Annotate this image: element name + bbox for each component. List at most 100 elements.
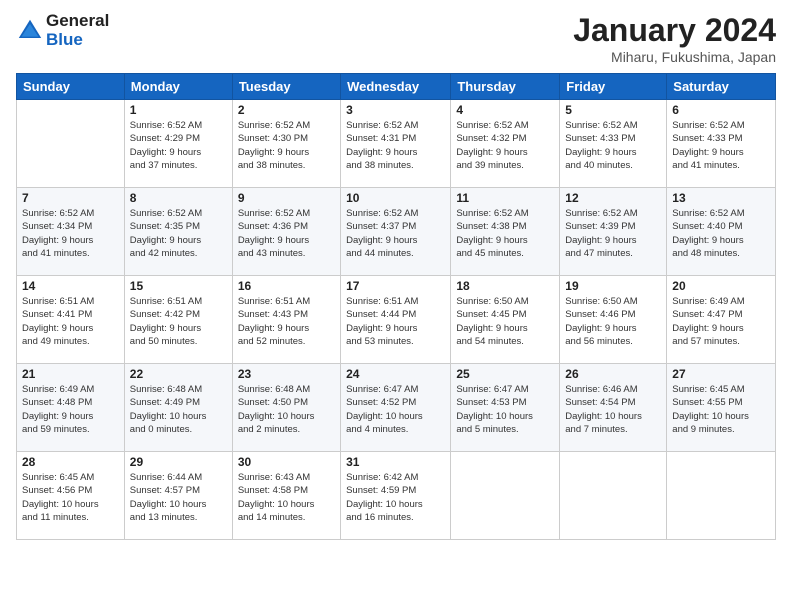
- logo-text: General Blue: [46, 12, 109, 49]
- day-info: Sunrise: 6:52 AM Sunset: 4:33 PM Dayligh…: [672, 119, 770, 172]
- day-info: Sunrise: 6:50 AM Sunset: 4:45 PM Dayligh…: [456, 295, 554, 348]
- calendar-cell: 18 Sunrise: 6:50 AM Sunset: 4:45 PM Dayli…: [451, 276, 560, 364]
- day-number: 26: [565, 367, 661, 381]
- day-number: 8: [130, 191, 227, 205]
- calendar-header-tuesday: Tuesday: [232, 74, 340, 100]
- calendar-week-5: 28 Sunrise: 6:45 AM Sunset: 4:56 PM Dayli…: [17, 452, 776, 540]
- calendar-cell: 11Sunrise: 6:52 AM Sunset: 4:38 PM Dayli…: [451, 188, 560, 276]
- calendar-header-thursday: Thursday: [451, 74, 560, 100]
- day-number: 22: [130, 367, 227, 381]
- day-number: 1: [130, 103, 227, 117]
- day-info: Sunrise: 6:44 AM Sunset: 4:57 PM Dayligh…: [130, 471, 227, 524]
- day-info: Sunrise: 6:52 AM Sunset: 4:37 PM Dayligh…: [346, 207, 445, 260]
- day-info: Sunrise: 6:51 AM Sunset: 4:42 PM Dayligh…: [130, 295, 227, 348]
- day-info: Sunrise: 6:49 AM Sunset: 4:48 PM Dayligh…: [22, 383, 119, 436]
- day-info: Sunrise: 6:45 AM Sunset: 4:56 PM Dayligh…: [22, 471, 119, 524]
- day-number: 25: [456, 367, 554, 381]
- calendar-cell: 31 Sunrise: 6:42 AM Sunset: 4:59 PM Dayli…: [341, 452, 451, 540]
- day-number: 6: [672, 103, 770, 117]
- page: General Blue January 2024 Miharu, Fukush…: [0, 0, 792, 612]
- day-info: Sunrise: 6:51 AM Sunset: 4:41 PM Dayligh…: [22, 295, 119, 348]
- day-info: Sunrise: 6:52 AM Sunset: 4:33 PM Dayligh…: [565, 119, 661, 172]
- page-subtitle: Miharu, Fukushima, Japan: [573, 49, 776, 65]
- day-number: 14: [22, 279, 119, 293]
- day-info: Sunrise: 6:52 AM Sunset: 4:39 PM Dayligh…: [565, 207, 661, 260]
- day-info: Sunrise: 6:52 AM Sunset: 4:32 PM Dayligh…: [456, 119, 554, 172]
- calendar-cell: [667, 452, 776, 540]
- calendar-cell: 7Sunrise: 6:52 AM Sunset: 4:34 PM Daylig…: [17, 188, 125, 276]
- calendar-cell: [17, 100, 125, 188]
- calendar-cell: 28 Sunrise: 6:45 AM Sunset: 4:56 PM Dayli…: [17, 452, 125, 540]
- day-info: Sunrise: 6:52 AM Sunset: 4:31 PM Dayligh…: [346, 119, 445, 172]
- day-number: 10: [346, 191, 445, 205]
- calendar-week-3: 14 Sunrise: 6:51 AM Sunset: 4:41 PM Dayli…: [17, 276, 776, 364]
- calendar-cell: 26 Sunrise: 6:46 AM Sunset: 4:54 PM Dayli…: [560, 364, 667, 452]
- day-number: 3: [346, 103, 445, 117]
- calendar-cell: 13 Sunrise: 6:52 AM Sunset: 4:40 PM Dayli…: [667, 188, 776, 276]
- day-number: 31: [346, 455, 445, 469]
- day-info: Sunrise: 6:50 AM Sunset: 4:46 PM Dayligh…: [565, 295, 661, 348]
- day-number: 24: [346, 367, 445, 381]
- calendar-week-4: 21Sunrise: 6:49 AM Sunset: 4:48 PM Dayli…: [17, 364, 776, 452]
- calendar-cell: 8Sunrise: 6:52 AM Sunset: 4:35 PM Daylig…: [124, 188, 232, 276]
- calendar-cell: 5Sunrise: 6:52 AM Sunset: 4:33 PM Daylig…: [560, 100, 667, 188]
- header: General Blue January 2024 Miharu, Fukush…: [16, 12, 776, 65]
- calendar-cell: 24 Sunrise: 6:47 AM Sunset: 4:52 PM Dayli…: [341, 364, 451, 452]
- day-info: Sunrise: 6:52 AM Sunset: 4:30 PM Dayligh…: [238, 119, 335, 172]
- title-block: January 2024 Miharu, Fukushima, Japan: [573, 12, 776, 65]
- calendar-cell: 22 Sunrise: 6:48 AM Sunset: 4:49 PM Dayli…: [124, 364, 232, 452]
- day-info: Sunrise: 6:52 AM Sunset: 4:29 PM Dayligh…: [130, 119, 227, 172]
- day-number: 23: [238, 367, 335, 381]
- calendar-cell: 25 Sunrise: 6:47 AM Sunset: 4:53 PM Dayli…: [451, 364, 560, 452]
- day-number: 19: [565, 279, 661, 293]
- day-number: 13: [672, 191, 770, 205]
- day-number: 27: [672, 367, 770, 381]
- calendar-table: SundayMondayTuesdayWednesdayThursdayFrid…: [16, 73, 776, 540]
- day-info: Sunrise: 6:52 AM Sunset: 4:38 PM Dayligh…: [456, 207, 554, 260]
- day-number: 18: [456, 279, 554, 293]
- day-info: Sunrise: 6:45 AM Sunset: 4:55 PM Dayligh…: [672, 383, 770, 436]
- day-number: 30: [238, 455, 335, 469]
- page-title: January 2024: [573, 12, 776, 49]
- calendar-cell: 17 Sunrise: 6:51 AM Sunset: 4:44 PM Dayli…: [341, 276, 451, 364]
- calendar-header-wednesday: Wednesday: [341, 74, 451, 100]
- calendar-cell: 16Sunrise: 6:51 AM Sunset: 4:43 PM Dayli…: [232, 276, 340, 364]
- logo-icon: [16, 17, 44, 45]
- calendar-cell: 3 Sunrise: 6:52 AM Sunset: 4:31 PM Daylig…: [341, 100, 451, 188]
- day-info: Sunrise: 6:46 AM Sunset: 4:54 PM Dayligh…: [565, 383, 661, 436]
- calendar-cell: 9Sunrise: 6:52 AM Sunset: 4:36 PM Daylig…: [232, 188, 340, 276]
- calendar-cell: [560, 452, 667, 540]
- day-number: 28: [22, 455, 119, 469]
- calendar-header-friday: Friday: [560, 74, 667, 100]
- day-number: 20: [672, 279, 770, 293]
- day-number: 2: [238, 103, 335, 117]
- calendar-header-sunday: Sunday: [17, 74, 125, 100]
- day-info: Sunrise: 6:47 AM Sunset: 4:52 PM Dayligh…: [346, 383, 445, 436]
- day-number: 15: [130, 279, 227, 293]
- calendar-cell: [451, 452, 560, 540]
- day-info: Sunrise: 6:48 AM Sunset: 4:50 PM Dayligh…: [238, 383, 335, 436]
- calendar-cell: 12 Sunrise: 6:52 AM Sunset: 4:39 PM Dayli…: [560, 188, 667, 276]
- calendar-week-2: 7Sunrise: 6:52 AM Sunset: 4:34 PM Daylig…: [17, 188, 776, 276]
- calendar-cell: 1 Sunrise: 6:52 AM Sunset: 4:29 PM Daylig…: [124, 100, 232, 188]
- day-info: Sunrise: 6:43 AM Sunset: 4:58 PM Dayligh…: [238, 471, 335, 524]
- day-info: Sunrise: 6:52 AM Sunset: 4:36 PM Dayligh…: [238, 207, 335, 260]
- calendar-cell: 30 Sunrise: 6:43 AM Sunset: 4:58 PM Dayli…: [232, 452, 340, 540]
- day-info: Sunrise: 6:51 AM Sunset: 4:44 PM Dayligh…: [346, 295, 445, 348]
- day-number: 17: [346, 279, 445, 293]
- day-number: 16: [238, 279, 335, 293]
- day-info: Sunrise: 6:47 AM Sunset: 4:53 PM Dayligh…: [456, 383, 554, 436]
- calendar-week-1: 1 Sunrise: 6:52 AM Sunset: 4:29 PM Daylig…: [17, 100, 776, 188]
- calendar-header-monday: Monday: [124, 74, 232, 100]
- calendar-cell: 20 Sunrise: 6:49 AM Sunset: 4:47 PM Dayli…: [667, 276, 776, 364]
- calendar-cell: 14 Sunrise: 6:51 AM Sunset: 4:41 PM Dayli…: [17, 276, 125, 364]
- day-info: Sunrise: 6:49 AM Sunset: 4:47 PM Dayligh…: [672, 295, 770, 348]
- day-number: 7: [22, 191, 119, 205]
- calendar-cell: 6 Sunrise: 6:52 AM Sunset: 4:33 PM Daylig…: [667, 100, 776, 188]
- day-number: 12: [565, 191, 661, 205]
- logo: General Blue: [16, 12, 109, 49]
- day-info: Sunrise: 6:52 AM Sunset: 4:40 PM Dayligh…: [672, 207, 770, 260]
- day-info: Sunrise: 6:42 AM Sunset: 4:59 PM Dayligh…: [346, 471, 445, 524]
- day-info: Sunrise: 6:48 AM Sunset: 4:49 PM Dayligh…: [130, 383, 227, 436]
- calendar-cell: 29Sunrise: 6:44 AM Sunset: 4:57 PM Dayli…: [124, 452, 232, 540]
